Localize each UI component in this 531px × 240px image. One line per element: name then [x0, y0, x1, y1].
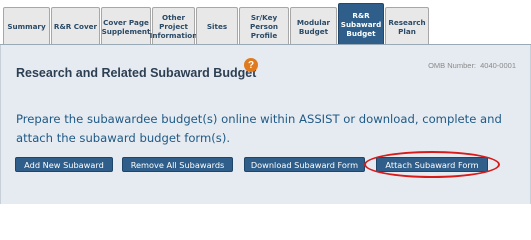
tab-cover-page-supplement[interactable]: Cover Page Supplement: [101, 7, 151, 45]
omb-number: OMB Number: 4040-0001: [428, 61, 516, 70]
omb-value: 4040-0001: [480, 61, 516, 70]
page-title: Research and Related Subaward Budget: [16, 66, 257, 80]
tab-research-plan[interactable]: Research Plan: [385, 7, 429, 45]
instructions-text: Prepare the subawardee budget(s) online …: [16, 112, 502, 145]
tab-rr-subaward-budget[interactable]: R&R Subaward Budget: [338, 3, 384, 45]
tab-sites[interactable]: Sites: [196, 7, 238, 45]
omb-label: OMB Number:: [428, 61, 477, 70]
tab-modular-budget[interactable]: Modular Budget: [290, 7, 337, 45]
download-subaward-form-button[interactable]: Download Subaward Form: [244, 157, 365, 172]
tab-sr-key-person-profile[interactable]: Sr/Key Person Profile: [239, 7, 289, 45]
tab-rr-cover[interactable]: R&R Cover: [51, 7, 100, 45]
help-icon[interactable]: ?: [244, 58, 258, 72]
tab-bar: Summary R&R Cover Cover Page Supplement …: [0, 0, 531, 45]
tab-other-project-information[interactable]: Other Project Information: [150, 7, 197, 45]
tab-summary[interactable]: Summary: [3, 7, 50, 45]
add-new-subaward-button[interactable]: Add New Subaward: [15, 157, 113, 172]
attach-subaward-form-button[interactable]: Attach Subaward Form: [376, 157, 488, 172]
remove-all-subawards-button[interactable]: Remove All Subawards: [122, 157, 233, 172]
